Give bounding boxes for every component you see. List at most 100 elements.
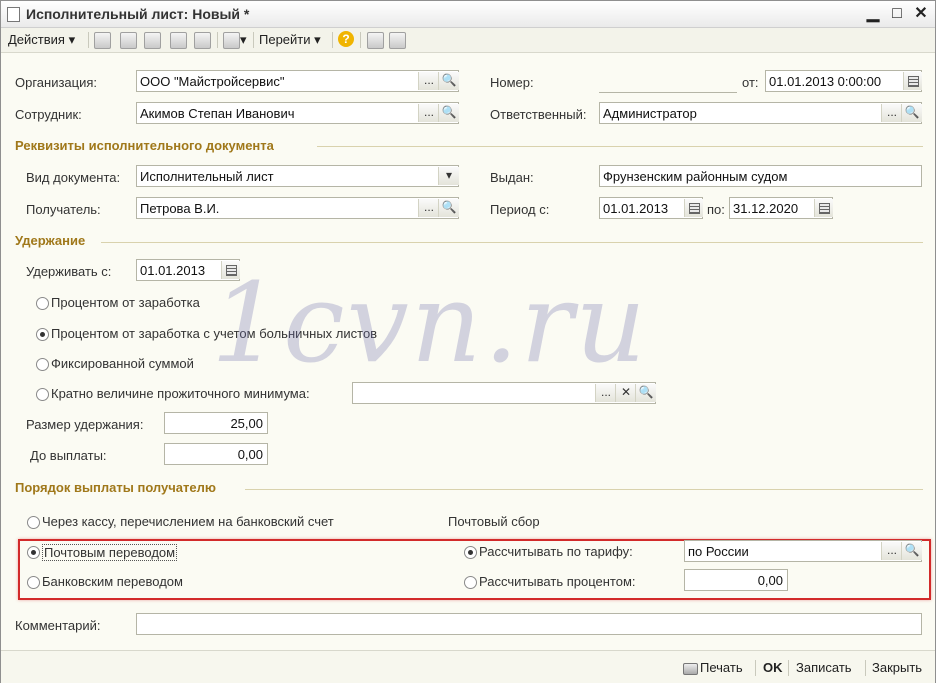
recipient-field[interactable]: Петрова В.И. ... 🔍: [136, 197, 459, 219]
radio-fixed-amount[interactable]: [36, 358, 49, 371]
radio-calc-by-percent[interactable]: [464, 576, 477, 589]
select-button[interactable]: ...: [881, 104, 902, 122]
until-paid-label: До выплаты:: [30, 448, 107, 463]
goto-menu-label: Перейти: [259, 32, 311, 47]
bottom-command-bar: Печать OK Записать Закрыть: [1, 650, 935, 683]
until-paid-field[interactable]: 0,00: [164, 443, 268, 465]
copy-icon[interactable]: [120, 32, 137, 49]
search-icon[interactable]: 🔍: [438, 104, 459, 122]
list-view-icon[interactable]: [367, 32, 384, 49]
until-paid-value: 0,00: [237, 447, 263, 462]
document-date-field[interactable]: 01.01.2013 0:00:00: [765, 70, 922, 92]
command-separator: [865, 660, 866, 676]
employee-field[interactable]: Акимов Степан Иванович ... 🔍: [136, 102, 459, 124]
search-icon[interactable]: 🔍: [901, 542, 922, 560]
number-label: Номер:: [490, 75, 534, 90]
chevron-down-icon[interactable]: ▾: [240, 32, 247, 48]
maximize-icon[interactable]: □: [887, 4, 907, 24]
chevron-down-icon: ▾: [68, 32, 76, 47]
add-icon[interactable]: [94, 32, 111, 49]
employee-label: Сотрудник:: [15, 107, 82, 122]
calendar-icon[interactable]: [903, 72, 922, 90]
radio-calc-by-percent-label[interactable]: Рассчитывать процентом:: [479, 574, 636, 589]
radio-postal-transfer[interactable]: [27, 546, 40, 559]
ok-button[interactable]: OK: [763, 660, 783, 675]
postal-fee-label: Почтовый сбор: [448, 514, 540, 529]
period-to-label: по:: [707, 202, 725, 217]
toolbar-separator: [332, 32, 333, 48]
issued-label: Выдан:: [490, 170, 534, 185]
radio-cash-bank-account[interactable]: [27, 516, 40, 529]
issued-value: Фрунзенским районным судом: [603, 169, 788, 184]
radio-calc-by-tariff[interactable]: [464, 546, 477, 559]
toolbar-separator: [360, 32, 361, 48]
section-divider: [101, 242, 923, 243]
select-button[interactable]: ...: [881, 542, 902, 560]
select-button[interactable]: ...: [418, 72, 439, 90]
recipient-label: Получатель:: [26, 202, 101, 217]
organization-label: Организация:: [15, 75, 98, 90]
create-based-on-icon[interactable]: [223, 32, 240, 49]
refresh-icon[interactable]: [144, 32, 161, 49]
save-button[interactable]: Записать: [796, 660, 852, 675]
period-from-label: Период с:: [490, 202, 550, 217]
radio-percent-with-sick-leave[interactable]: [36, 328, 49, 341]
print-button[interactable]: Печать: [700, 660, 743, 675]
radio-fixed-amount-label[interactable]: Фиксированной суммой: [51, 356, 194, 371]
issued-field[interactable]: Фрунзенским районным судом: [599, 165, 922, 187]
search-icon[interactable]: 🔍: [438, 199, 459, 217]
structure-view-icon[interactable]: [389, 32, 406, 49]
fee-percent-field[interactable]: 0,00: [684, 569, 788, 591]
calendar-icon[interactable]: [684, 199, 703, 217]
deduction-amount-value: 25,00: [230, 416, 263, 431]
toolbar-separator: [217, 32, 218, 48]
radio-calc-by-tariff-label[interactable]: Рассчитывать по тарифу:: [479, 544, 633, 559]
search-icon[interactable]: 🔍: [901, 104, 922, 122]
tariff-value: по России: [688, 544, 749, 559]
radio-postal-transfer-label[interactable]: Почтовым переводом: [42, 544, 178, 561]
period-to-field[interactable]: 31.12.2020: [729, 197, 833, 219]
calendar-icon[interactable]: [814, 199, 833, 217]
help-icon[interactable]: ?: [338, 31, 354, 47]
command-separator: [755, 660, 756, 676]
responsible-field[interactable]: Администратор ... 🔍: [599, 102, 922, 124]
responsible-value: Администратор: [603, 106, 697, 121]
search-icon[interactable]: 🔍: [438, 72, 459, 90]
radio-percent-earnings[interactable]: [36, 297, 49, 310]
toolbar-separator: [253, 32, 254, 48]
toolbar: Действия ▾ ▾ Перейти ▾ ?: [1, 28, 935, 53]
document-icon: [7, 7, 20, 22]
goto-menu[interactable]: Перейти ▾: [259, 32, 321, 48]
doctype-select[interactable]: Исполнительный лист ▾: [136, 165, 459, 187]
chevron-down-icon: ▾: [314, 32, 321, 47]
radio-cash-bank-account-label[interactable]: Через кассу, перечислением на банковский…: [42, 514, 334, 529]
chevron-down-icon[interactable]: ▾: [438, 167, 459, 185]
organization-field[interactable]: ООО "Майстройсервис" ... 🔍: [136, 70, 459, 92]
radio-subsistence-multiple[interactable]: [36, 388, 49, 401]
actions-menu[interactable]: Действия ▾: [8, 32, 75, 48]
period-from-field[interactable]: 01.01.2013: [599, 197, 703, 219]
watermark: 1cvn.ru: [211, 259, 648, 387]
number-field[interactable]: [599, 92, 737, 93]
unpost-document-icon[interactable]: [194, 32, 211, 49]
post-document-icon[interactable]: [170, 32, 187, 49]
minimize-icon[interactable]: ▁: [863, 4, 883, 24]
comment-field[interactable]: [136, 613, 922, 635]
radio-bank-transfer-label[interactable]: Банковским переводом: [42, 574, 183, 589]
tariff-field[interactable]: по России ... 🔍: [684, 540, 922, 562]
employee-value: Акимов Степан Иванович: [140, 106, 295, 121]
document-window: Исполнительный лист: Новый * ▁ □ ✕ Дейст…: [0, 0, 936, 683]
title-bar: Исполнительный лист: Новый * ▁ □ ✕: [1, 1, 935, 28]
close-icon[interactable]: ✕: [911, 4, 931, 24]
deduction-amount-field[interactable]: 25,00: [164, 412, 268, 434]
radio-bank-transfer[interactable]: [27, 576, 40, 589]
organization-value: ООО "Майстройсервис": [140, 74, 285, 89]
close-button[interactable]: Закрыть: [872, 660, 922, 675]
command-separator: [788, 660, 789, 676]
section-divider: [245, 489, 923, 490]
select-button[interactable]: ...: [418, 199, 439, 217]
select-button[interactable]: ...: [418, 104, 439, 122]
radio-percent-earnings-label[interactable]: Процентом от заработка: [51, 295, 200, 310]
radio-subsistence-multiple-label[interactable]: Кратно величине прожиточного минимума:: [51, 386, 310, 401]
printer-icon: [683, 663, 698, 675]
